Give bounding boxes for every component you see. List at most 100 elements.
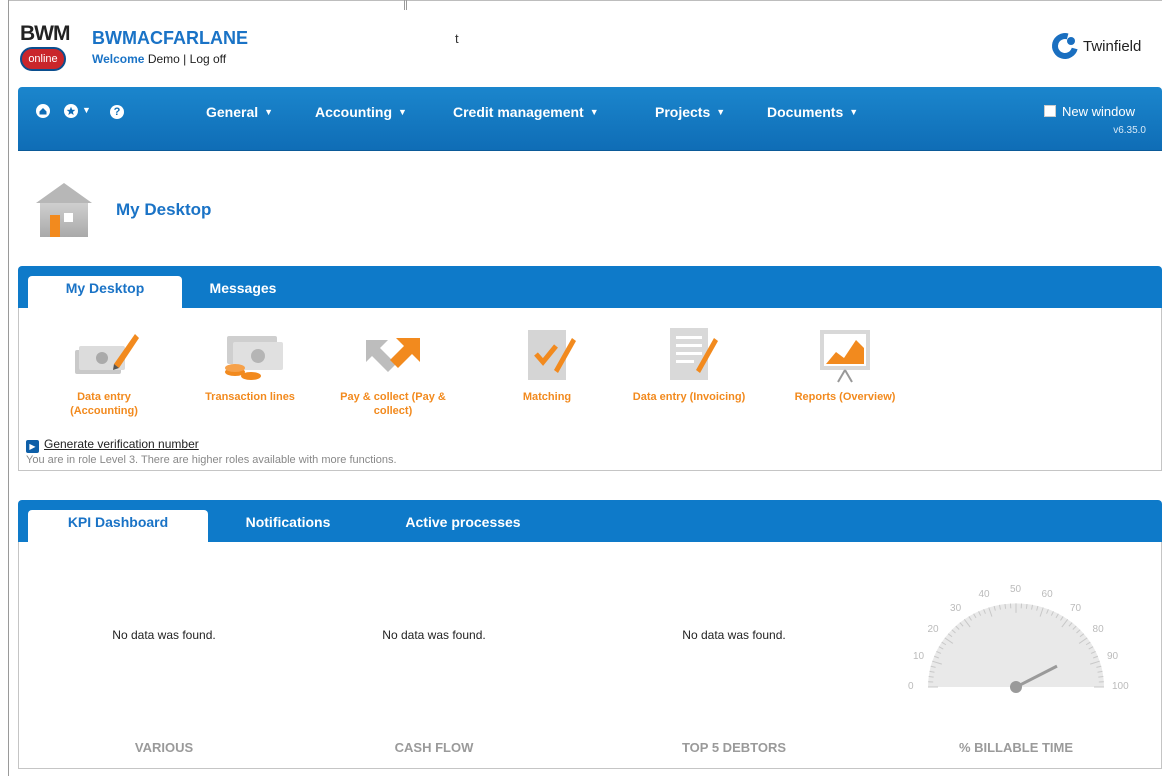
debtors-no-data: No data was found.: [682, 628, 786, 642]
money-coins-icon: [215, 324, 285, 384]
window-splitter-handle[interactable]: [404, 0, 407, 10]
gauge-tick: [928, 676, 934, 678]
nav-general[interactable]: General ▼: [206, 104, 273, 120]
bwm-logo: BWM online: [20, 22, 86, 78]
house-window: [64, 213, 73, 222]
tile-label: Reports (Overview): [794, 391, 896, 403]
gauge-tick: [1098, 676, 1104, 678]
stray-character: t: [455, 31, 459, 46]
tab-messages[interactable]: Messages: [188, 276, 298, 308]
window-frame-left: [8, 0, 9, 776]
twinfield-mark-icon: [1047, 28, 1083, 64]
gauge-tick-label: 30: [950, 602, 962, 614]
gauge-tick-label: 80: [1092, 624, 1104, 636]
chevron-down-icon: ▼: [398, 107, 407, 117]
favorites-icon[interactable]: [64, 104, 78, 121]
tile-label: (Accounting): [70, 405, 138, 417]
main-nav: ▼ ? General ▼ Accounting ▼ Credit manageme…: [18, 87, 1162, 151]
chevron-down-icon: ▼: [589, 107, 599, 117]
chevron-down-icon: ▼: [716, 107, 726, 117]
role-note: You are in role Level 3. There are highe…: [26, 454, 397, 466]
help-glyph: ?: [110, 105, 124, 119]
help-icon[interactable]: ?: [110, 104, 124, 119]
version-label: v6.35.0: [1113, 125, 1146, 136]
twinfield-logo: Twinfield: [1047, 28, 1162, 64]
gauge-tick-label: 0: [908, 681, 914, 692]
house-icon: [36, 183, 92, 238]
tab-kpi-dashboard[interactable]: KPI Dashboard: [28, 510, 208, 542]
welcome-line: Welcome Demo | Log off: [92, 52, 226, 66]
gauge-tick-label: 90: [1107, 651, 1119, 663]
house-door: [50, 215, 60, 237]
generate-verification-link[interactable]: ▶ Generate verification number: [26, 437, 199, 453]
twinfield-dot-icon: [1067, 37, 1075, 45]
tile-pay-and-collect[interactable]: Pay & collect (Pay & collect): [333, 324, 453, 418]
generate-verification-label: Generate verification number: [44, 437, 199, 451]
tile-matching[interactable]: Matching: [487, 324, 607, 404]
tab-notifications[interactable]: Notifications: [218, 510, 358, 542]
gauge-tick: [1004, 603, 1007, 609]
tile-label: Transaction lines: [205, 391, 295, 403]
gauge-tick-label: 20: [927, 624, 939, 636]
tile-label: Matching: [522, 391, 572, 403]
twinfield-name: Twinfield: [1083, 38, 1142, 55]
debtors-label: TOP 5 DEBTORS: [681, 740, 787, 755]
home-icon[interactable]: [36, 104, 50, 121]
various-label: VARIOUS: [134, 740, 194, 755]
tile-label: collect): [373, 405, 413, 417]
nav-accounting-label: Accounting: [315, 104, 392, 120]
nav-accounting[interactable]: Accounting ▼: [315, 104, 407, 120]
nav-documents[interactable]: Documents ▼: [767, 104, 858, 120]
gauge-tick-label: 70: [1069, 602, 1082, 614]
new-window-label: New window: [1062, 104, 1135, 119]
tile-reports-overview[interactable]: Reports (Overview): [785, 324, 905, 404]
gauge-face: [928, 603, 1104, 687]
gauge-tick-label: 10: [912, 651, 925, 663]
welcome-label: Welcome: [92, 52, 145, 66]
nav-credit-management-label: Credit management: [453, 104, 584, 120]
chart-board-icon: [810, 324, 880, 384]
various-no-data: No data was found.: [112, 628, 216, 642]
nav-projects[interactable]: Projects ▼: [655, 104, 725, 120]
gauge-tick: [1025, 603, 1028, 609]
gauge-hub: [1010, 681, 1022, 693]
gauge-tick-label: 60: [1041, 588, 1053, 600]
nav-credit-management[interactable]: Credit management ▼: [453, 104, 599, 120]
tab-active-processes[interactable]: Active processes: [378, 510, 548, 542]
money-pencil-icon: [69, 324, 139, 384]
tile-label: Pay & collect (Pay &: [340, 391, 446, 403]
window-frame-top: [8, 0, 1162, 1]
nav-documents-label: Documents: [767, 104, 844, 120]
nav-projects-label: Projects: [655, 104, 711, 120]
logoff-link[interactable]: Log off: [190, 52, 226, 66]
cashflow-label: CASH FLOW: [394, 740, 474, 755]
tile-data-entry-invoicing[interactable]: Data entry (Invoicing): [629, 324, 749, 404]
logo-online-pill: online: [20, 47, 66, 71]
house-roof: [36, 183, 92, 203]
gauge-tick-label: 40: [978, 588, 990, 600]
tab-my-desktop[interactable]: My Desktop: [28, 276, 182, 308]
user-name: Demo: [147, 52, 180, 66]
billable-time-label: % BILLABLE TIME: [958, 740, 1074, 755]
document-check-icon: [512, 324, 582, 384]
chevron-down-icon: ▼: [849, 107, 859, 117]
chevron-down-icon: ▼: [264, 107, 274, 117]
nav-general-label: General: [206, 104, 259, 120]
new-window-toggle[interactable]: New window: [1044, 104, 1135, 119]
page-title: My Desktop: [116, 200, 212, 219]
kpi-panel-tabs: KPI Dashboard Notifications Active proce…: [18, 500, 1162, 542]
desktop-panel-tabs: My Desktop Messages: [18, 266, 1162, 308]
gauge-tick-label: 100: [1112, 681, 1129, 692]
tile-data-entry-accounting[interactable]: Data entry (Accounting): [44, 324, 164, 418]
logo-wordmark: BWM: [20, 22, 70, 45]
gauge-tick-label: 50: [1010, 584, 1022, 596]
tile-transaction-lines[interactable]: Transaction lines: [190, 324, 310, 404]
favorites-caret-icon[interactable]: ▼: [82, 105, 91, 115]
play-icon: ▶: [26, 440, 39, 453]
company-name: BWMACFARLANE: [92, 28, 248, 48]
new-window-checkbox[interactable]: [1044, 105, 1056, 117]
invoice-pencil-icon: [654, 324, 724, 384]
tile-label: Data entry (Invoicing): [632, 391, 746, 403]
pay-collect-arrows-icon: [358, 324, 428, 384]
cashflow-no-data: No data was found.: [382, 628, 486, 642]
